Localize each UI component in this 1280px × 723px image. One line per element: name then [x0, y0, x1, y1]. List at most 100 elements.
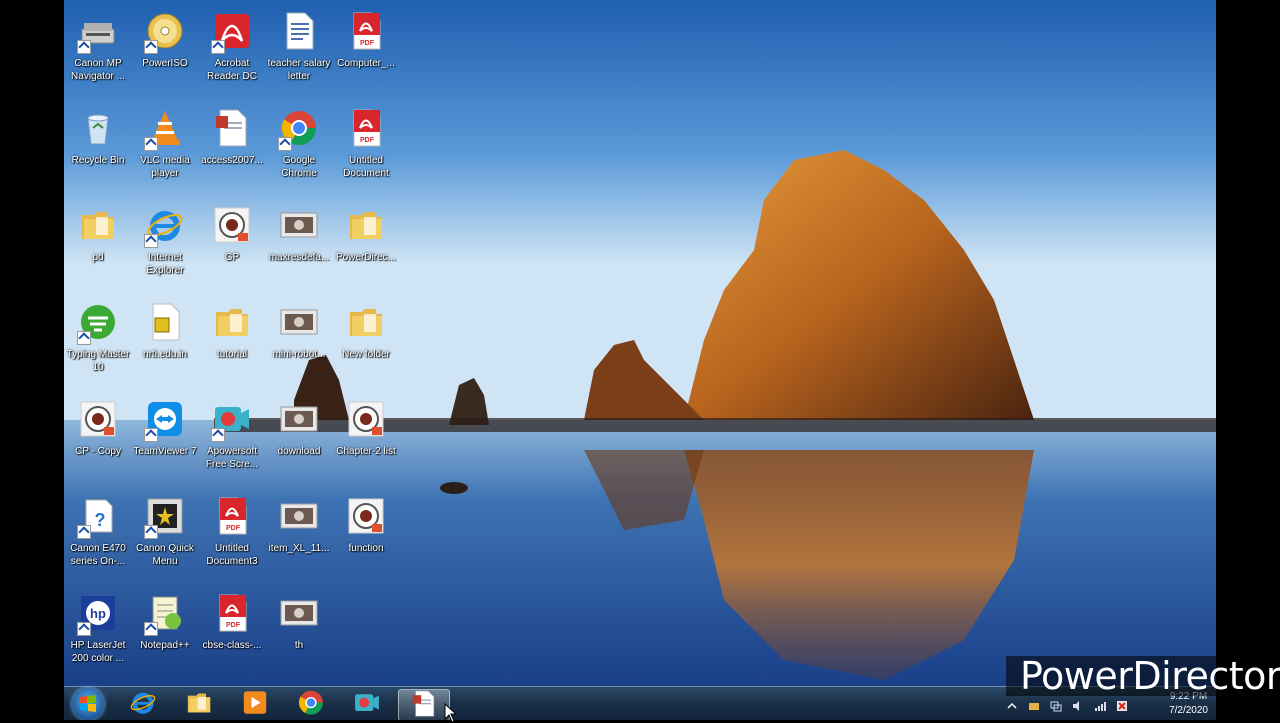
desktop-icon-item[interactable]: Canon MP Navigator ...: [64, 2, 132, 94]
desktop-icon-label: Acrobat Reader DC: [206, 58, 258, 82]
desktop-icon-item[interactable]: tutorial: [198, 293, 266, 385]
svg-text:PDF: PDF: [226, 622, 241, 629]
desktop-icon-item[interactable]: Acrobat Reader DC: [198, 2, 266, 94]
desktop-icon-item[interactable]: PowerISO: [131, 2, 199, 94]
notepad-plus-icon: [142, 590, 188, 636]
ie-icon: [129, 689, 157, 720]
volume-icon[interactable]: [1072, 697, 1084, 711]
desktop-icon-item[interactable]: download: [265, 390, 333, 482]
desktop-icon-label: CP - Copy: [75, 446, 121, 457]
desktop-icon-item[interactable]: Apowersoft Free Scre...: [198, 390, 266, 482]
shortcut-arrow-icon: [144, 234, 158, 248]
desktop-icon-item[interactable]: PDF Untitled Document3: [198, 487, 266, 579]
mouse-cursor-icon: [444, 703, 458, 723]
desktop-icon-label: Notepad++: [140, 640, 190, 651]
canon-menu-icon: [142, 493, 188, 539]
desktop-icon-item[interactable]: access2007...: [198, 99, 266, 191]
desktop-icon-item[interactable]: teacher salary letter: [265, 2, 333, 94]
desktop-icon-item[interactable]: GP: [198, 196, 266, 288]
desktop-icon-item[interactable]: hp HP LaserJet 200 color ...: [64, 584, 132, 676]
taskbar-screen-recorder[interactable]: [342, 689, 392, 719]
desktop-icon-label: access2007...: [201, 155, 263, 166]
desktop-icon-item[interactable]: Google Chrome: [265, 99, 333, 191]
desktop-icon-label: PowerISO: [142, 58, 188, 69]
document-icon: [410, 690, 438, 720]
pdf-icon: PDF: [209, 590, 255, 636]
webcam-app-icon: [343, 493, 389, 539]
desktop-icon-label: Untitled Document3: [206, 543, 258, 567]
desktop-icon-item[interactable]: pd: [64, 196, 132, 288]
show-hidden-icons-icon[interactable]: [1006, 697, 1018, 709]
shortcut-arrow-icon: [144, 137, 158, 151]
pdf-icon: PDF: [343, 8, 389, 54]
screen-recorder-icon: [353, 689, 381, 720]
desktop-icon-label: Computer_...: [337, 58, 395, 69]
desktop-icon-label: th: [294, 640, 304, 651]
shortcut-arrow-icon: [211, 40, 225, 54]
desktop-icon-item[interactable]: Recycle Bin: [64, 99, 132, 191]
desktop-icon-item[interactable]: Canon Quick Menu: [131, 487, 199, 579]
webcam-app-icon: [209, 202, 255, 248]
desktop-icon-item[interactable]: PowerDirec...: [332, 196, 400, 288]
shortcut-arrow-icon: [77, 525, 91, 539]
desktop-icon-item[interactable]: ? Canon E470 series On-...: [64, 487, 132, 579]
desktop-icon-item[interactable]: mini-robot...: [265, 293, 333, 385]
chrome-icon: [276, 105, 322, 151]
desktop-icon-label: mini-robot...: [272, 349, 326, 360]
desktop-icon-item[interactable]: function: [332, 487, 400, 579]
desktop-icon-item[interactable]: Chapter-2 list: [332, 390, 400, 482]
desktop-icon-item[interactable]: PDF cbse-class-...: [198, 584, 266, 676]
help-doc-icon: ?: [75, 493, 121, 539]
shortcut-arrow-icon: [144, 40, 158, 54]
svg-text:PDF: PDF: [360, 40, 375, 47]
desktop-icon-label: VLC media player: [140, 155, 190, 179]
desktop-icon-item[interactable]: New folder: [332, 293, 400, 385]
shortcut-arrow-icon: [144, 622, 158, 636]
desktop-icon-label: item_XL_11...: [268, 543, 330, 554]
desktop-icon-label: Untitled Document: [343, 155, 389, 179]
folder-icon: [75, 202, 121, 248]
desktop-icon-label: Canon Quick Menu: [136, 543, 194, 567]
desktop-icon-label: nrti.edu.in: [143, 349, 187, 360]
desktop-icon-label: pd: [92, 252, 104, 263]
desktop-icon-item[interactable]: Internet Explorer: [131, 196, 199, 288]
taskbar-media-player[interactable]: [230, 689, 280, 719]
desktop-icon-item[interactable]: maxresdefa...: [265, 196, 333, 288]
desktop-icon-item[interactable]: VLC media player: [131, 99, 199, 191]
file-icon: [142, 299, 188, 345]
desktop-icon-label: teacher salary letter: [267, 58, 331, 82]
start-button[interactable]: [72, 688, 104, 720]
windows-logo-icon: [80, 695, 96, 712]
desktop-icon-item[interactable]: TeamViewer 7: [131, 390, 199, 482]
desktop-icon-label: Apowersoft Free Scre...: [205, 446, 259, 470]
desktop-icon-item[interactable]: CP - Copy: [64, 390, 132, 482]
desktop-icon-item[interactable]: Notepad++: [131, 584, 199, 676]
teamviewer-icon: [142, 396, 188, 442]
desktop-icon-item[interactable]: nrti.edu.in: [131, 293, 199, 385]
signal-icon[interactable]: [1094, 697, 1106, 711]
tray-app-icon[interactable]: [1028, 697, 1040, 710]
svg-text:?: ?: [95, 510, 106, 530]
webcam-app-icon: [75, 396, 121, 442]
taskbar-ie[interactable]: [118, 689, 168, 719]
desktop-icon-label: function: [348, 543, 384, 554]
svg-text:PDF: PDF: [226, 525, 241, 532]
desktop-icon-label: Canon MP Navigator ...: [71, 58, 125, 82]
desktop-icon-item[interactable]: PDF Untitled Document: [332, 99, 400, 191]
taskbar-chrome[interactable]: [286, 689, 336, 719]
desktop-icon-item[interactable]: item_XL_11...: [265, 487, 333, 579]
desktop-icon-item[interactable]: PDF Computer_...: [332, 2, 400, 94]
action-center-icon[interactable]: [1116, 697, 1128, 711]
taskbar-active-window[interactable]: [398, 689, 450, 720]
shortcut-arrow-icon: [77, 331, 91, 345]
network-icon[interactable]: [1050, 697, 1062, 712]
desktop-icon-label: HP LaserJet 200 color ...: [70, 640, 126, 664]
desktop-icon-item[interactable]: Typing Master 10: [64, 293, 132, 385]
desktop-icon-label: New folder: [342, 349, 390, 360]
desktop-icon-item[interactable]: th: [265, 584, 333, 676]
taskbar-explorer[interactable]: [174, 689, 224, 719]
folder-icon: [343, 202, 389, 248]
desktop-icon-label: tutorial: [216, 349, 247, 360]
typing-master-icon: [75, 299, 121, 345]
acrobat-icon: [209, 8, 255, 54]
